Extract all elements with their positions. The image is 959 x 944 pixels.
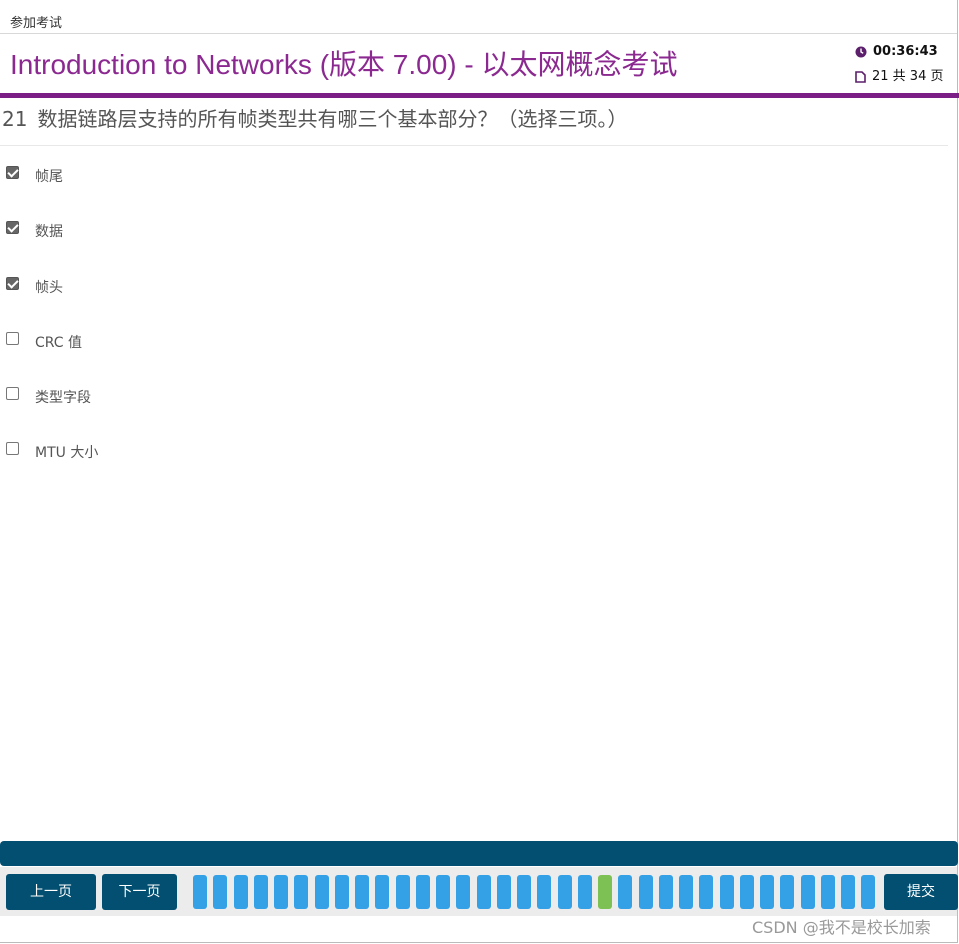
page-indicator: 21 共 34 页 bbox=[855, 65, 943, 84]
question-number: 21 bbox=[2, 107, 28, 131]
question-nav-button[interactable] bbox=[658, 875, 673, 909]
question-nav-button[interactable] bbox=[476, 875, 491, 909]
answer-label[interactable]: CRC 值 bbox=[35, 332, 82, 352]
take-exam-label: 参加考试 bbox=[10, 16, 63, 31]
question-nav-button[interactable] bbox=[274, 875, 288, 909]
question-nav-button[interactable] bbox=[395, 875, 410, 909]
question-nav-button[interactable] bbox=[638, 875, 653, 909]
watermark: CSDN @我不是校长加索 bbox=[752, 918, 931, 937]
progress-bar bbox=[0, 841, 958, 866]
question-nav-button[interactable] bbox=[800, 875, 815, 909]
previous-page-button[interactable]: 上一页 bbox=[6, 874, 96, 910]
question-divider bbox=[0, 145, 948, 146]
question-body: 数据链路层支持的所有帧类型共有哪三个基本部分？（选择三项。） bbox=[37, 107, 628, 131]
question-nav-button[interactable] bbox=[496, 875, 511, 909]
answer-label[interactable]: 数据 bbox=[35, 221, 63, 241]
question-nav-button[interactable] bbox=[557, 875, 572, 909]
checkbox[interactable] bbox=[6, 277, 19, 290]
question-nav-button[interactable] bbox=[456, 875, 471, 909]
question-nav-button[interactable] bbox=[780, 875, 795, 909]
clock-icon bbox=[855, 46, 867, 57]
checkbox[interactable] bbox=[6, 332, 19, 345]
question-nav-button[interactable] bbox=[233, 875, 248, 909]
next-page-button[interactable]: 下一页 bbox=[102, 874, 177, 910]
exam-header: Introduction to Networks (版本 7.00) - 以太网… bbox=[0, 34, 957, 93]
question-nav-button[interactable] bbox=[314, 875, 329, 909]
checkbox[interactable] bbox=[6, 221, 19, 234]
question-nav-button[interactable] bbox=[415, 875, 430, 909]
answer-label[interactable]: MTU 大小 bbox=[35, 442, 98, 462]
question-nav-button[interactable] bbox=[375, 875, 390, 909]
answer-label[interactable]: 类型字段 bbox=[35, 387, 91, 407]
page-icon bbox=[855, 70, 866, 83]
question-nav-button[interactable] bbox=[213, 875, 228, 909]
question-text: 21 数据链路层支持的所有帧类型共有哪三个基本部分？（选择三项。） bbox=[2, 103, 627, 132]
question-nav-button[interactable] bbox=[436, 875, 450, 909]
question-nav-button[interactable] bbox=[253, 875, 268, 909]
question-nav-button[interactable] bbox=[517, 875, 531, 909]
checkbox[interactable] bbox=[6, 166, 19, 179]
navigation-bar: 上一页 下一页 提交 bbox=[0, 867, 958, 916]
question-nav-button[interactable] bbox=[618, 875, 633, 909]
timer: 00:36:43 bbox=[855, 44, 938, 59]
question-nav-button[interactable] bbox=[841, 875, 855, 909]
page-info: 21 共 34 页 bbox=[872, 69, 944, 84]
checkbox[interactable] bbox=[6, 442, 19, 455]
question-nav-button-current[interactable] bbox=[598, 875, 612, 909]
question-nav-button[interactable] bbox=[760, 875, 774, 909]
answer-label[interactable]: 帧头 bbox=[35, 277, 63, 297]
checkbox[interactable] bbox=[6, 387, 19, 400]
question-nav-button[interactable] bbox=[861, 875, 876, 909]
exam-window: 参加考试 Introduction to Networks (版本 7.00) … bbox=[0, 0, 959, 943]
question-nav-button[interactable] bbox=[719, 875, 734, 909]
question-nav-button[interactable] bbox=[355, 875, 369, 909]
question-navigator bbox=[193, 875, 877, 909]
header-divider bbox=[0, 93, 959, 98]
question-nav-button[interactable] bbox=[537, 875, 552, 909]
question-nav-button[interactable] bbox=[577, 875, 592, 909]
question-nav-button[interactable] bbox=[334, 875, 349, 909]
exam-title: Introduction to Networks (版本 7.00) - 以太网… bbox=[10, 49, 678, 80]
submit-button[interactable]: 提交 bbox=[884, 874, 958, 910]
question-nav-button[interactable] bbox=[193, 875, 207, 909]
question-nav-button[interactable] bbox=[739, 875, 754, 909]
timer-value: 00:36:43 bbox=[873, 44, 938, 59]
question-nav-button[interactable] bbox=[820, 875, 835, 909]
question-nav-button[interactable] bbox=[294, 875, 309, 909]
question-nav-button[interactable] bbox=[699, 875, 714, 909]
top-bar: 参加考试 bbox=[0, 0, 957, 34]
question-nav-button[interactable] bbox=[679, 875, 693, 909]
answer-label[interactable]: 帧尾 bbox=[35, 166, 63, 186]
